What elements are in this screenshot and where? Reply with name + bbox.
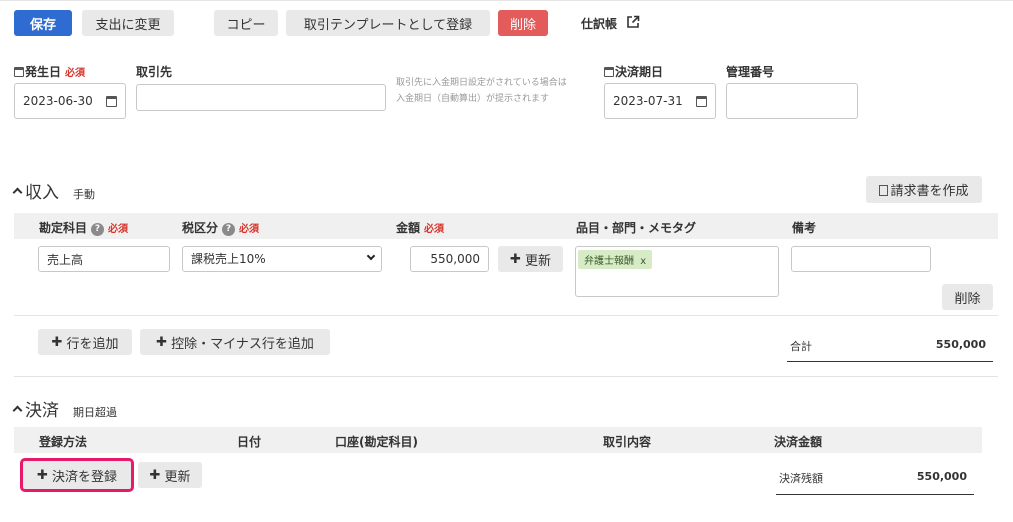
document-icon	[879, 185, 889, 196]
amount-update-button[interactable]: ✚ 更新	[498, 246, 563, 272]
add-deduction-row-button[interactable]: ✚ 控除・マイナス行を追加	[140, 329, 330, 355]
create-invoice-button[interactable]: 請求書を作成	[866, 176, 982, 203]
tax-select-value: 課税売上10%	[191, 252, 266, 266]
plus-icon: ✚	[37, 467, 48, 483]
due-date-field[interactable]: 2023-07-31	[604, 83, 716, 119]
col-bank-account: 口座(勘定科目)	[335, 435, 418, 449]
total-underline	[787, 361, 993, 362]
chevron-up-icon[interactable]	[12, 187, 23, 198]
partner-input[interactable]	[136, 84, 386, 111]
row-delete-button[interactable]: 削除	[942, 284, 993, 310]
remaining-label: 決済残額	[779, 472, 823, 485]
ref-number-label: 管理番号	[726, 65, 775, 79]
plus-icon: ✚	[510, 251, 521, 267]
col-settlement-amount: 決済金額	[774, 435, 823, 449]
account-input[interactable]	[38, 246, 170, 272]
col-content: 取引内容	[603, 435, 652, 449]
income-title: 収入	[25, 183, 59, 203]
tag-remove-icon[interactable]: x	[640, 256, 646, 267]
col-date: 日付	[237, 435, 262, 449]
remaining-underline	[776, 494, 974, 495]
help-icon[interactable]: ?	[91, 223, 105, 236]
amount-input[interactable]	[410, 246, 489, 272]
col-tax: 税区分? 必須	[182, 221, 260, 236]
partner-label: 取引先	[136, 65, 173, 79]
calendar-icon	[14, 67, 24, 77]
col-account: 勘定科目? 必須	[39, 221, 129, 236]
copy-button[interactable]: コピー	[214, 10, 278, 36]
calendar-icon[interactable]	[696, 95, 707, 107]
calendar-icon	[604, 67, 614, 77]
due-date-value: 2023-07-31	[613, 94, 683, 108]
total-value: 550,000	[935, 338, 986, 351]
section-divider	[14, 376, 998, 377]
tag-label: 弁護士報酬	[584, 256, 634, 267]
chevron-down-icon	[366, 251, 376, 261]
plus-icon: ✚	[156, 334, 168, 350]
due-date-label: 決済期日	[604, 63, 663, 80]
settlement-section-title[interactable]: 決済 期日超過	[12, 396, 117, 421]
tag-chip[interactable]: 弁護士報酬 x	[578, 250, 653, 269]
delete-button[interactable]: 削除	[498, 10, 548, 36]
total-label: 合計	[790, 340, 812, 353]
settlement-status: 期日超過	[73, 406, 117, 419]
col-method: 登録方法	[39, 435, 88, 449]
add-row-button[interactable]: ✚ 行を追加	[38, 329, 132, 355]
calendar-icon[interactable]	[106, 95, 117, 107]
ref-number-input[interactable]	[726, 83, 858, 119]
journal-label: 仕訳帳	[581, 17, 618, 31]
register-settlement-button[interactable]: ✚ 決済を登録	[20, 458, 134, 492]
settlement-title: 決済	[25, 401, 59, 421]
col-note: 備考	[792, 221, 817, 235]
partner-hint: 取引先に入金期日設定がされている場合は 入金期日（自動算出）が提示されます	[396, 78, 567, 104]
plus-icon: ✚	[149, 467, 161, 483]
register-template-button[interactable]: 取引テンプレートとして登録	[286, 10, 490, 36]
issue-date-value: 2023-06-30	[23, 94, 93, 108]
tax-select[interactable]: 課税売上10%	[182, 246, 382, 272]
save-button[interactable]: 保存	[14, 10, 72, 36]
income-mode: 手動	[73, 188, 95, 201]
col-amount: 金額 必須	[396, 221, 445, 235]
settlement-table-header: 登録方法 日付 口座(勘定科目) 取引内容 決済金額	[14, 427, 982, 453]
journal-link[interactable]: 仕訳帳	[581, 15, 640, 32]
income-section-title[interactable]: 収入 手動	[12, 178, 95, 203]
settlement-update-button[interactable]: ✚ 更新	[138, 462, 202, 488]
issue-date-label: 発生日 必須	[14, 63, 85, 80]
remaining-value: 550,000	[916, 470, 967, 483]
issue-date-field[interactable]: 2023-06-30	[14, 83, 126, 119]
plus-icon: ✚	[51, 334, 63, 350]
help-icon[interactable]: ?	[222, 223, 236, 236]
change-to-expense-button[interactable]: 支出に変更	[82, 10, 174, 36]
chevron-up-icon[interactable]	[12, 405, 23, 416]
row-divider	[14, 315, 998, 316]
top-divider	[0, 0, 1013, 1]
external-link-icon	[626, 15, 640, 32]
income-table-header: 勘定科目? 必須 税区分? 必須 金額 必須 品目・部門・メモタグ 備考	[14, 213, 998, 239]
col-tags: 品目・部門・メモタグ	[576, 221, 697, 235]
note-input[interactable]	[791, 246, 931, 272]
